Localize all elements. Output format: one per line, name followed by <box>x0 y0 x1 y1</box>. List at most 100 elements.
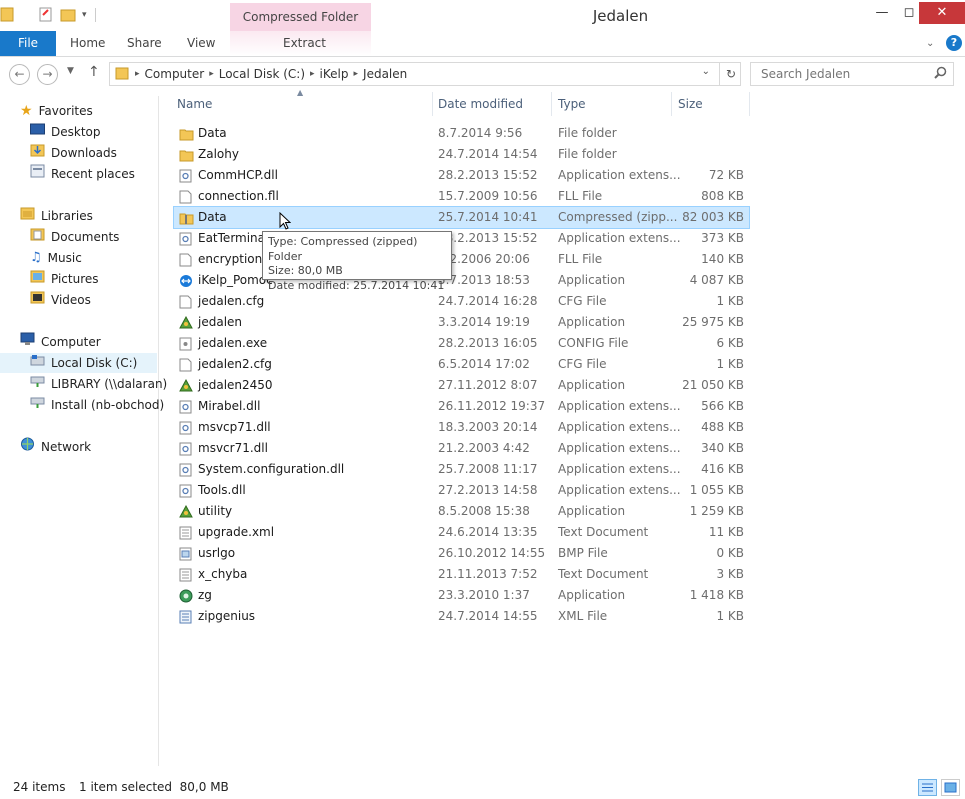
file-row[interactable]: usrlgo 26.10.2012 14:55 BMP File 0 KB <box>174 543 749 564</box>
pictures-icon <box>30 269 45 289</box>
computer-icon <box>20 332 35 352</box>
nav-local-disk[interactable]: Local Disk (C:) <box>0 353 157 373</box>
tab-share[interactable]: Share <box>127 31 162 56</box>
file-type: Application extens... <box>558 462 681 476</box>
file-type: Application extens... <box>558 399 681 413</box>
column-header-date-modified[interactable]: Date modified <box>438 92 523 116</box>
file-row[interactable]: Data 8.7.2014 9:56 File folder <box>174 123 749 144</box>
file-row[interactable]: msvcr71.dll 21.2.2003 4:42 Application ext… <box>174 438 749 459</box>
file-name: utility <box>198 504 233 518</box>
status-bar: 24 items 1 item selected 80,0 MB <box>0 778 965 799</box>
file-row[interactable]: System.configuration.dll 25.7.2008 11:17 A… <box>174 459 749 480</box>
file-row[interactable]: jedalen2.cfg 6.5.2014 17:02 CFG File 1 KB <box>174 354 749 375</box>
file-date-modified: 18.3.2003 20:14 <box>438 420 538 434</box>
new-folder-icon[interactable] <box>60 6 76 25</box>
nav-library-network-drive[interactable]: LIBRARY (\\dalaran) <box>30 374 167 394</box>
file-row[interactable]: utility 8.5.2008 15:38 Application 1 259 KB <box>174 501 749 522</box>
tab-home[interactable]: Home <box>70 31 105 56</box>
search-icon[interactable] <box>934 66 947 82</box>
title-bar: ▾ Compressed Folder Tools Jedalen — ◻ ✕ <box>0 0 965 52</box>
file-row[interactable]: x_chyba 21.11.2013 7:52 Text Document 3 KB <box>174 564 749 585</box>
file-size: 11 KB <box>708 525 744 539</box>
file-type: Application extens... <box>558 483 681 497</box>
file-date-modified: 8.5.2008 15:38 <box>438 504 530 518</box>
nav-network[interactable]: Network <box>20 437 91 457</box>
nav-desktop[interactable]: Desktop <box>30 122 101 142</box>
mouse-cursor-icon <box>279 211 292 234</box>
file-type: CFG File <box>558 294 607 308</box>
expand-ribbon-icon[interactable]: ⌄ <box>926 31 934 56</box>
nav-computer[interactable]: Computer <box>20 332 101 352</box>
file-type: Application extens... <box>558 231 681 245</box>
file-row[interactable]: encryption.fll 9.2.2006 20:06 FLL File 140 … <box>174 249 749 270</box>
address-dropdown-icon[interactable]: ⌄ <box>702 66 710 77</box>
file-row[interactable]: jedalen.exe 28.2.2013 16:05 CONFIG File 6 K… <box>174 333 749 354</box>
address-bar[interactable]: ▸ Computer ▸ Local Disk (C:) ▸ iKelp ▸ J… <box>109 62 741 86</box>
nav-favorites[interactable]: ★ Favorites <box>20 101 93 121</box>
refresh-icon[interactable]: ↻ <box>719 63 742 85</box>
file-name: jedalen.cfg <box>198 294 265 308</box>
column-header-type[interactable]: Type <box>558 92 586 116</box>
file-row[interactable]: jedalen.cfg 24.7.2014 16:28 CFG File 1 KB <box>174 291 749 312</box>
close-button[interactable]: ✕ <box>919 2 965 24</box>
up-button[interactable]: ↑ <box>88 64 100 80</box>
file-size: 1 259 KB <box>689 504 744 518</box>
file-row[interactable]: msvcp71.dll 18.3.2003 20:14 Application ex… <box>174 417 749 438</box>
file-row[interactable]: Mirabel.dll 26.11.2012 19:37 Application e… <box>174 396 749 417</box>
nav-documents[interactable]: Documents <box>30 227 119 247</box>
file-type: Compressed (zipp... <box>558 210 678 224</box>
file-row[interactable]: upgrade.xml 24.6.2014 13:35 Text Document 1… <box>174 522 749 543</box>
nav-libraries[interactable]: Libraries <box>20 206 93 226</box>
nav-pictures[interactable]: Pictures <box>30 269 99 289</box>
file-size: 21 050 KB <box>682 378 744 392</box>
network-drive-icon <box>30 374 45 394</box>
file-date-modified: 6.5.2014 17:02 <box>438 357 530 371</box>
breadcrumb-local-disk[interactable]: Local Disk (C:) <box>219 67 305 81</box>
help-icon[interactable]: ? <box>946 35 962 51</box>
column-header-size[interactable]: Size <box>678 92 703 116</box>
back-button[interactable]: ← <box>9 64 30 85</box>
properties-icon[interactable] <box>38 6 54 25</box>
search-input[interactable] <box>759 63 938 85</box>
file-row[interactable]: CommHCP.dll 28.2.2013 15:52 Application ex… <box>174 165 749 186</box>
details-view-button[interactable] <box>918 779 937 796</box>
file-date-modified: 24.7.2014 14:55 <box>438 609 538 623</box>
file-row[interactable]: zipgenius 24.7.2014 14:55 XML File 1 KB <box>174 606 749 627</box>
file-date-modified: 15.7.2009 10:56 <box>438 189 538 203</box>
forward-button[interactable]: → <box>37 64 58 85</box>
nav-recent-places[interactable]: Recent places <box>30 164 135 184</box>
file-type: BMP File <box>558 546 608 560</box>
file-row[interactable]: Zalohy 24.7.2014 14:54 File folder <box>174 144 749 165</box>
file-name: connection.fll <box>198 189 279 203</box>
breadcrumb-computer[interactable]: Computer <box>145 67 205 81</box>
nav-music[interactable]: ♫ Music <box>30 248 82 268</box>
file-name: Data <box>198 210 227 224</box>
desktop-icon <box>30 122 45 142</box>
file-row[interactable]: EatTerminal 28.2.2013 15:52 Application ex… <box>174 228 749 249</box>
nav-install-network-drive[interactable]: Install (nb-obchod) <box>30 395 164 415</box>
file-row[interactable]: Tools.dll 27.2.2013 14:58 Application exte… <box>174 480 749 501</box>
column-header-name[interactable]: Name <box>177 92 212 116</box>
file-row[interactable]: iKelp_Pomoc 5.7.2013 18:53 Application 4 08… <box>174 270 749 291</box>
file-row[interactable]: Data 25.7.2014 10:41 Compressed (zipp... 82… <box>173 206 750 229</box>
file-size: 6 KB <box>716 336 744 350</box>
tab-extract[interactable]: Extract <box>283 31 326 56</box>
nav-downloads[interactable]: Downloads <box>30 143 117 163</box>
customize-qat-icon[interactable]: ▾ <box>82 10 87 20</box>
large-icons-view-button[interactable] <box>941 779 960 796</box>
recent-locations-icon[interactable]: ▼ <box>67 66 74 76</box>
minimize-button[interactable]: — <box>868 2 896 24</box>
file-name: Data <box>198 126 227 140</box>
file-type: XML File <box>558 609 608 623</box>
breadcrumb-jedalen[interactable]: Jedalen <box>363 67 407 81</box>
file-row[interactable]: jedalen2450 27.11.2012 8:07 Application 21 … <box>174 375 749 396</box>
tab-file[interactable]: File <box>0 31 56 56</box>
file-name: jedalen2450 <box>198 378 273 392</box>
file-row[interactable]: zg 23.3.2010 1:37 Application 1 418 KB <box>174 585 749 606</box>
breadcrumb-ikelp[interactable]: iKelp <box>320 67 349 81</box>
file-row[interactable]: jedalen 3.3.2014 19:19 Application 25 975 K… <box>174 312 749 333</box>
nav-videos[interactable]: Videos <box>30 290 91 310</box>
file-row[interactable]: connection.fll 15.7.2009 10:56 FLL File 808… <box>174 186 749 207</box>
file-type: Application extens... <box>558 441 681 455</box>
tab-view[interactable]: View <box>187 31 215 56</box>
